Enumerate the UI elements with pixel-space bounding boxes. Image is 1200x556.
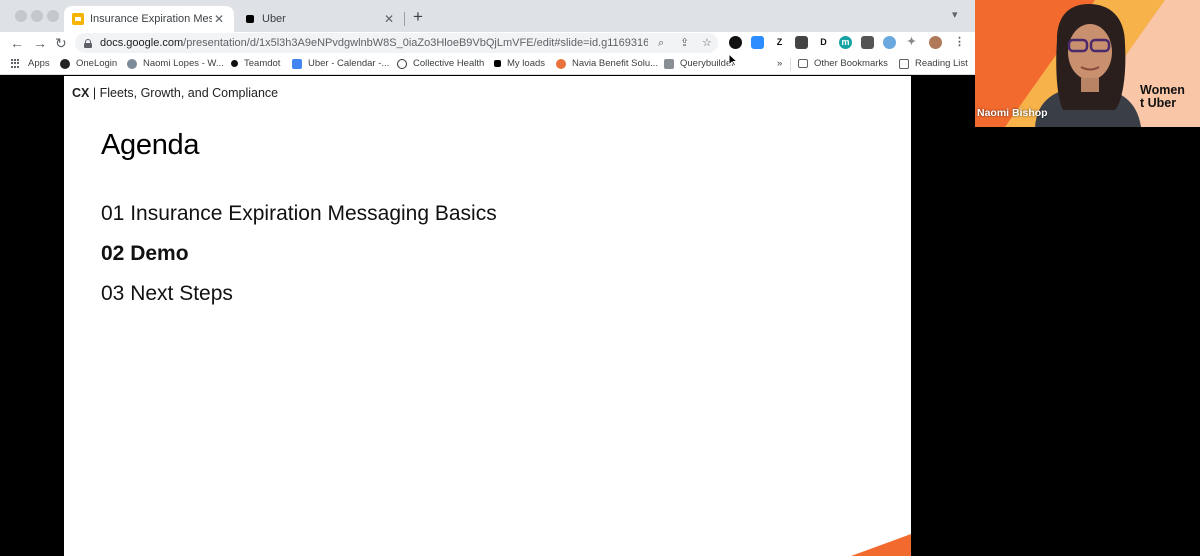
bookmarks-bar: Apps OneLogin Naomi Lopes - W... Teamdot… bbox=[0, 54, 975, 75]
onepassword-icon[interactable] bbox=[729, 36, 742, 49]
bookmark-collective-health[interactable]: Collective Health bbox=[397, 58, 484, 69]
tab-insurance-expiration[interactable]: Insurance Expiration Messagin ✕ bbox=[64, 6, 234, 32]
browser-window: Insurance Expiration Messagin ✕ Uber ✕ +… bbox=[0, 0, 975, 556]
close-icon[interactable]: ✕ bbox=[382, 12, 396, 26]
more-options-icon[interactable]: ⋮ bbox=[953, 36, 966, 49]
m-extension-icon[interactable]: m bbox=[839, 36, 852, 49]
bookmark-label: Other Bookmarks bbox=[814, 58, 888, 69]
share-icon[interactable]: ⇪ bbox=[680, 35, 689, 51]
bookmark-star-icon[interactable]: ☆ bbox=[702, 35, 712, 51]
tab-uber[interactable]: Uber ✕ bbox=[236, 6, 404, 32]
calendar-icon bbox=[292, 58, 302, 69]
bookmark-my-loads[interactable]: My loads bbox=[494, 58, 545, 69]
bookmarks-divider bbox=[790, 58, 791, 71]
zotero-icon[interactable]: Z bbox=[773, 36, 786, 49]
bookmark-naomi-lopes[interactable]: Naomi Lopes - W... bbox=[127, 58, 224, 69]
collective-health-icon bbox=[397, 58, 407, 69]
navia-icon bbox=[556, 58, 566, 69]
google-slides-icon bbox=[72, 13, 84, 25]
participant-name: Naomi Bishop bbox=[977, 107, 1048, 119]
close-window-button[interactable] bbox=[15, 10, 27, 22]
browser-toolbar: ← → ↻ docs.google.com/presentation/d/1x5… bbox=[0, 32, 975, 54]
slide-subtitle: | Fleets, Growth, and Compliance bbox=[92, 86, 279, 100]
tab-bar: Insurance Expiration Messagin ✕ Uber ✕ +… bbox=[0, 0, 975, 32]
bookmark-label: Naomi Lopes - W... bbox=[143, 58, 224, 69]
bookmark-label: Teamdot bbox=[244, 58, 281, 69]
reading-list[interactable]: Reading List bbox=[899, 58, 968, 69]
other-bookmarks[interactable]: Other Bookmarks bbox=[798, 58, 888, 69]
background-brand-text: Women t Uber bbox=[1140, 84, 1185, 110]
bookmark-label: Reading List bbox=[915, 58, 968, 69]
uber-icon bbox=[246, 15, 254, 23]
reload-icon[interactable]: ↻ bbox=[55, 34, 67, 52]
slide-accent-shape bbox=[851, 534, 911, 556]
bookmark-teamdot[interactable]: Teamdot bbox=[231, 58, 280, 69]
background-text-line: t Uber bbox=[1140, 96, 1177, 110]
bookmark-uber-calendar[interactable]: Uber - Calendar -... bbox=[292, 58, 389, 69]
slide[interactable]: CX | Fleets, Growth, and Compliance Agen… bbox=[64, 76, 911, 556]
agenda-item: 03 Next Steps bbox=[101, 282, 233, 305]
address-bar[interactable]: docs.google.com/presentation/d/1x5l3h3A9… bbox=[75, 33, 718, 53]
back-arrow-icon[interactable]: ← bbox=[10, 34, 24, 52]
bookmark-apps[interactable]: Apps bbox=[11, 58, 50, 69]
uber-icon bbox=[494, 60, 501, 67]
close-icon[interactable]: ✕ bbox=[212, 12, 226, 26]
bookmark-label: My loads bbox=[507, 58, 546, 69]
puzzle-icon[interactable]: ✦ bbox=[905, 36, 918, 49]
teamdot-icon bbox=[231, 60, 238, 67]
zoom-icon[interactable]: ⌕ bbox=[658, 35, 664, 51]
url-path: /presentation/d/1x5l3h3A9eNPvdgwlnbW8S_0… bbox=[183, 37, 648, 49]
bookmark-label: Querybuilder bbox=[680, 58, 735, 69]
agenda-item: 01 Insurance Expiration Messaging Basics bbox=[101, 202, 497, 225]
mouse-cursor-icon bbox=[728, 53, 738, 67]
profile-avatar[interactable] bbox=[929, 36, 942, 49]
bookmark-navia[interactable]: Navia Benefit Solu... bbox=[556, 58, 658, 69]
tab-divider bbox=[404, 12, 405, 26]
tab-title: Insurance Expiration Messagin bbox=[90, 13, 212, 25]
tab-title: Uber bbox=[262, 13, 286, 25]
extension-icon[interactable] bbox=[795, 36, 808, 49]
folder-icon bbox=[798, 59, 808, 68]
maximize-window-button[interactable] bbox=[47, 10, 59, 22]
screen: Insurance Expiration Messagin ✕ Uber ✕ +… bbox=[0, 0, 1200, 556]
apps-grid-icon bbox=[11, 59, 20, 68]
url-domain: docs.google.com bbox=[100, 37, 184, 49]
zoom-extension-icon[interactable] bbox=[751, 36, 764, 49]
chevron-down-icon[interactable]: ▾ bbox=[952, 8, 958, 21]
bookmark-onelogin[interactable]: OneLogin bbox=[60, 58, 117, 69]
lock-icon bbox=[84, 38, 92, 48]
bookmark-label: OneLogin bbox=[76, 58, 118, 69]
extension-icon[interactable] bbox=[883, 36, 896, 49]
forward-arrow-icon[interactable]: → bbox=[33, 34, 47, 52]
url-text: docs.google.com/presentation/d/1x5l3h3A9… bbox=[100, 37, 648, 49]
querybuilder-icon bbox=[664, 58, 674, 69]
agenda-item: 02 Demo bbox=[101, 242, 189, 265]
dashlane-icon[interactable]: D bbox=[817, 36, 830, 49]
slide-header: CX | Fleets, Growth, and Compliance bbox=[72, 86, 278, 100]
bookmark-label: Apps bbox=[28, 58, 50, 69]
bookmarks-overflow-button[interactable]: » bbox=[777, 58, 782, 69]
bookmark-label: Navia Benefit Solu... bbox=[572, 58, 659, 69]
bookmark-label: Uber - Calendar -... bbox=[308, 58, 390, 69]
slide-title: Agenda bbox=[101, 129, 200, 161]
avatar-icon bbox=[127, 58, 137, 69]
presentation-area: CX | Fleets, Growth, and Compliance Agen… bbox=[0, 76, 975, 556]
new-tab-button[interactable]: + bbox=[409, 7, 427, 27]
bookmark-querybuilder[interactable]: Querybuilder bbox=[664, 58, 734, 69]
brand-logo: CX bbox=[72, 86, 90, 100]
onelogin-icon bbox=[60, 58, 70, 69]
bookmark-label: Collective Health bbox=[413, 58, 485, 69]
reading-list-icon bbox=[899, 58, 909, 69]
participant-video-tile[interactable]: Women t Uber Naomi Bishop bbox=[975, 0, 1200, 127]
minimize-window-button[interactable] bbox=[31, 10, 43, 22]
extension-icon[interactable] bbox=[861, 36, 874, 49]
